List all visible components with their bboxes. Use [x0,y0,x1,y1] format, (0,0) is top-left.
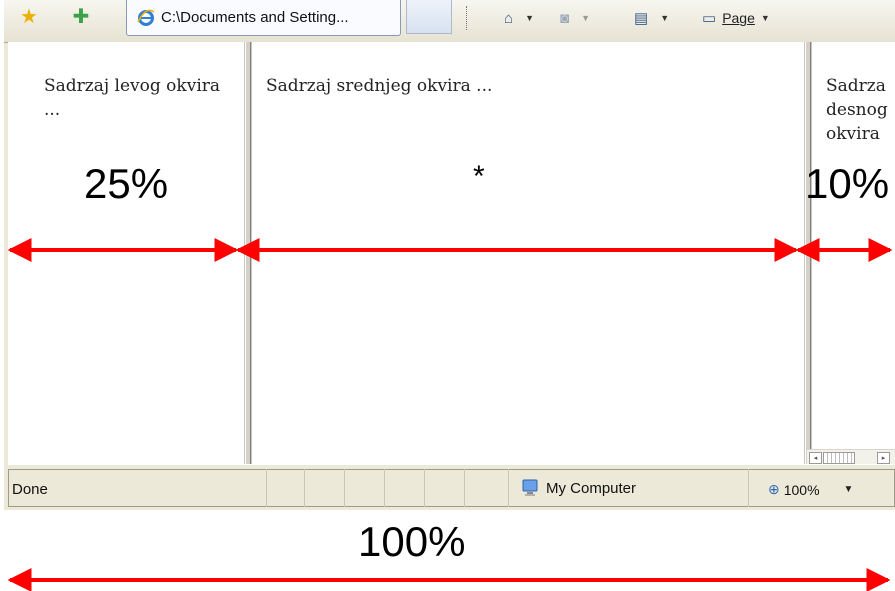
tab-title: C:\Documents and Setting... [161,9,349,26]
scroll-left-icon[interactable]: ◂ [809,452,822,464]
chevron-down-icon: ▼ [843,484,854,495]
right-frame-text: Sadrza desnog okvira [826,76,888,144]
status-cell [304,469,305,507]
status-cell [266,469,267,507]
status-bar: Done My Computer ⊕ 100% ▼ [8,464,895,510]
left-width-annotation: 25% [84,160,169,207]
home-icon: ⌂ [504,9,514,27]
zoom-icon: ⊕ [768,481,780,497]
left-frame-text: Sadrzaj levog okvira ... [44,76,221,120]
status-cell [424,469,425,507]
browser-tab[interactable]: C:\Documents and Setting... [126,0,401,36]
scroll-right-icon[interactable]: ▸ [877,452,890,464]
zoom-control[interactable]: ⊕ 100% ▼ [768,481,853,498]
status-cell [464,469,465,507]
print-button[interactable]: ▤ ▼ [634,8,669,28]
chevron-down-icon: ▼ [581,13,590,23]
computer-icon [522,479,538,496]
scrollbar-thumb[interactable] [823,452,855,464]
rss-feed-icon: ◙ [560,9,570,27]
middle-width-annotation: * [473,160,485,193]
right-width-annotation: 10% [805,160,890,207]
right-frame-horizontal-scrollbar[interactable]: ◂ ▸ [807,449,895,465]
status-cell [344,469,345,507]
middle-frame[interactable]: Sadrzaj srednjeg okvira ... [251,42,805,464]
zoom-level: 100% [783,481,820,498]
chevron-down-icon: ▼ [660,13,670,23]
status-cell [748,469,749,507]
page-icon: ▭ [702,10,717,27]
status-bar-frame [8,469,895,507]
status-cell [508,469,509,507]
add-favorites-icon[interactable]: ✚ [70,6,92,28]
left-frame[interactable]: Sadrzaj levog okvira ... [12,42,245,464]
total-width-annotation: 100% [358,518,466,565]
browser-window: ★ ✚ C:\Documents and Setting... ⌂ ▼ ◙ ▼ … [0,0,895,510]
right-frame[interactable]: Sadrza desnog okvira [811,42,895,464]
middle-frame-text: Sadrzaj srednjeg okvira ... [266,76,493,96]
favorites-star-icon[interactable]: ★ [18,6,40,28]
chevron-down-icon: ▼ [525,13,534,23]
status-text: Done [12,481,48,498]
page-menu-button[interactable]: ▭ Page ▼ [702,8,770,28]
frameset: Sadrzaj levog okvira ... Sadrzaj srednje… [8,42,895,464]
page-menu-label: Page [722,10,755,26]
chevron-down-icon: ▼ [760,13,770,23]
printer-icon: ▤ [634,10,649,27]
feeds-button[interactable]: ◙ ▼ [560,8,590,28]
home-button[interactable]: ⌂ ▼ [504,8,534,28]
internet-explorer-icon [137,9,155,26]
toolbar-separator [466,6,467,30]
status-cell [384,469,385,507]
new-tab-button[interactable] [406,0,452,34]
security-zone[interactable]: My Computer [522,479,636,497]
browser-toolbar: ★ ✚ C:\Documents and Setting... ⌂ ▼ ◙ ▼ … [4,0,895,43]
security-zone-label: My Computer [546,479,637,497]
